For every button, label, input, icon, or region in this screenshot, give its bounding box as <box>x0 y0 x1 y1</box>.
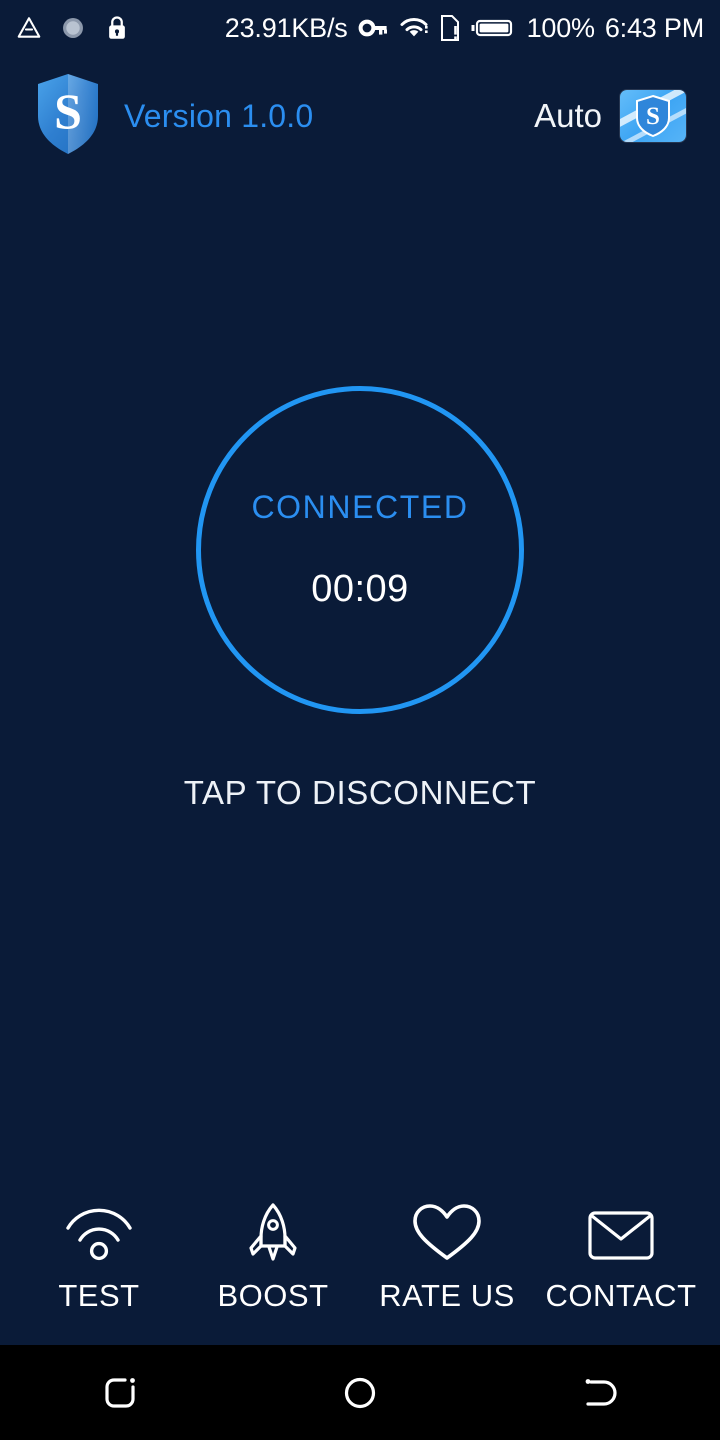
brand-group: S Version 1.0.0 <box>34 72 313 161</box>
vpn-key-icon <box>358 15 389 41</box>
action-label: CONTACT <box>545 1278 697 1313</box>
battery-percent-text: 100% <box>526 12 595 43</box>
server-flag-icon[interactable]: S <box>620 90 686 142</box>
back-button[interactable] <box>540 1345 660 1440</box>
lock-icon <box>104 14 130 42</box>
connection-status-label: CONNECTED <box>251 489 469 525</box>
network-speed-text: 23.91KB/s <box>224 12 348 43</box>
version-label: Version 1.0.0 <box>124 97 314 134</box>
action-boost[interactable]: BOOST <box>188 1202 358 1314</box>
sim-alert-icon <box>439 14 461 42</box>
shield-logo-icon: S <box>34 72 102 161</box>
status-bar-right-group: 23.91KB/s 100% 6:43 PM <box>225 13 704 44</box>
tap-hint-label: TAP TO DISCONNECT <box>183 774 537 811</box>
action-bar: TEST BOOST RATE US CONTACT <box>0 1174 720 1324</box>
envelope-icon <box>587 1202 655 1264</box>
action-label: TEST <box>58 1278 140 1313</box>
server-selector[interactable]: Auto S <box>534 90 686 142</box>
action-label: RATE US <box>379 1278 515 1313</box>
action-contact[interactable]: CONTACT <box>536 1202 706 1314</box>
rocket-icon <box>243 1202 303 1264</box>
connection-area: CONNECTED 00:09 TAP TO DISCONNECT <box>0 386 720 812</box>
heart-icon <box>411 1202 483 1264</box>
signal-test-icon <box>62 1202 136 1264</box>
server-flag-letter: S <box>646 103 660 130</box>
battery-full-icon <box>471 15 517 41</box>
phone-screen: 23.91KB/s 100% 6:43 PM S Version 1.0.0 A… <box>0 0 720 1440</box>
action-rate-us[interactable]: RATE US <box>362 1202 532 1314</box>
shield-logo-letter: S <box>54 83 82 139</box>
connection-timer: 00:09 <box>311 568 409 610</box>
server-label: Auto <box>534 97 602 134</box>
circle-sync-icon <box>60 15 86 41</box>
home-button[interactable] <box>300 1345 420 1440</box>
status-bar-left-icons <box>16 14 130 42</box>
action-test[interactable]: TEST <box>14 1202 184 1314</box>
action-label: BOOST <box>217 1278 329 1313</box>
wifi-icon <box>399 15 429 41</box>
clock-text: 6:43 PM <box>604 12 704 43</box>
app-header: S Version 1.0.0 Auto S <box>0 62 720 170</box>
triangle-alert-icon <box>16 15 42 41</box>
status-bar: 23.91KB/s 100% 6:43 PM <box>0 0 720 56</box>
android-nav-bar <box>0 1345 720 1440</box>
recent-apps-button[interactable] <box>60 1345 180 1440</box>
connect-toggle-button[interactable]: CONNECTED 00:09 <box>196 386 524 714</box>
